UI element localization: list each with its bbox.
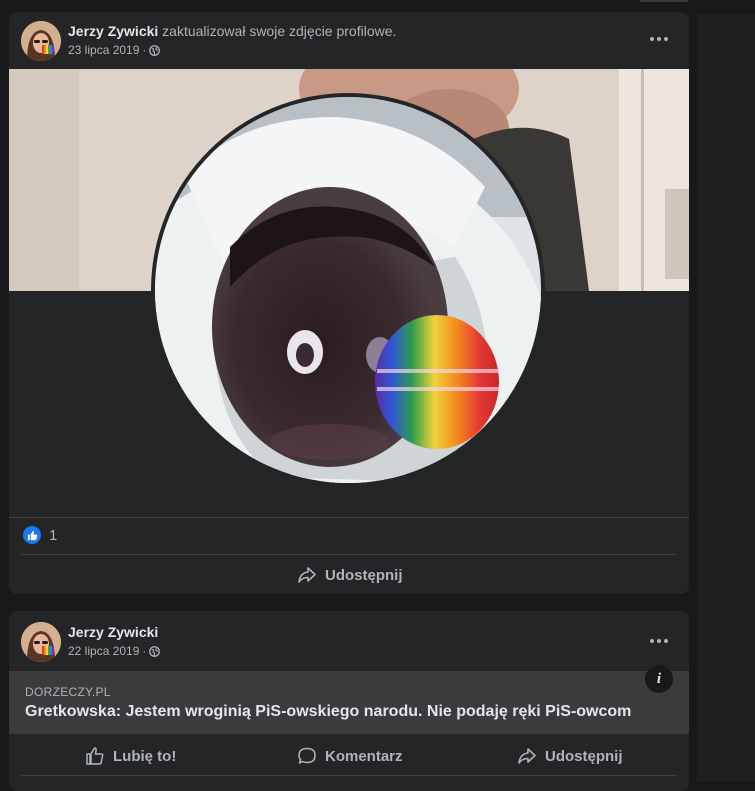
share-label: Udostępnij xyxy=(325,566,403,584)
like-icon xyxy=(23,526,41,544)
reactions-summary[interactable]: 1 xyxy=(23,526,57,544)
comment-label: Komentarz xyxy=(325,747,403,765)
comment-icon xyxy=(298,747,316,764)
like-label: Lubię to! xyxy=(113,747,177,765)
author-name[interactable]: Jerzy Zywicki xyxy=(68,23,158,39)
post-header-text: Jerzy Zywicki xyxy=(68,623,158,641)
meta-separator: · xyxy=(142,43,147,57)
globe-icon xyxy=(149,645,161,657)
link-title[interactable]: Gretkowska: Jestem wroginią PiS-owskiego… xyxy=(25,703,631,721)
info-button[interactable]: i xyxy=(645,665,673,693)
share-icon xyxy=(298,567,316,583)
avatar-image xyxy=(21,622,61,662)
info-icon: i xyxy=(656,670,662,687)
avatar[interactable] xyxy=(21,622,61,662)
post-card: Jerzy Zywicki 22 lipca 2019 · DORZECZY.P… xyxy=(9,611,689,791)
more-options-button[interactable] xyxy=(645,29,673,49)
avatar-image xyxy=(21,21,61,61)
right-column xyxy=(697,14,755,781)
post-card: Jerzy Zywicki zaktualizował swoje zdjęci… xyxy=(9,12,689,594)
share-button[interactable]: Udostępnij xyxy=(297,565,403,585)
post-meta: 22 lipca 2019 · xyxy=(68,644,161,658)
reaction-count: 1 xyxy=(49,526,58,544)
comment-button[interactable]: Komentarz xyxy=(297,746,403,766)
meta-separator: · xyxy=(142,644,147,658)
share-button[interactable]: Udostępnij xyxy=(517,746,623,766)
author-name[interactable]: Jerzy Zywicki xyxy=(68,624,158,640)
thumbs-up-icon xyxy=(86,747,104,765)
divider xyxy=(21,775,677,776)
top-bar-button-edge[interactable] xyxy=(640,0,688,2)
more-icon xyxy=(650,37,654,41)
share-icon xyxy=(518,748,536,764)
more-icon xyxy=(650,639,654,643)
profile-image xyxy=(155,97,541,483)
post-date[interactable]: 23 lipca 2019 xyxy=(68,43,139,57)
link-domain: DORZECZY.PL xyxy=(25,685,111,699)
post-header-text: Jerzy Zywicki zaktualizował swoje zdjęci… xyxy=(68,22,396,40)
post-action-text: zaktualizował swoje zdjęcie profilowe. xyxy=(162,23,397,39)
divider xyxy=(9,517,689,518)
more-options-button[interactable] xyxy=(645,631,673,651)
divider xyxy=(21,554,677,555)
like-button[interactable]: Lubię to! xyxy=(85,746,176,766)
post-meta: 23 lipca 2019 · xyxy=(68,43,161,57)
post-date[interactable]: 22 lipca 2019 xyxy=(68,644,139,658)
globe-icon xyxy=(149,44,161,56)
profile-photo[interactable] xyxy=(155,97,541,483)
avatar[interactable] xyxy=(21,21,61,61)
link-preview[interactable]: DORZECZY.PL Gretkowska: Jestem wroginią … xyxy=(9,671,689,734)
share-label: Udostępnij xyxy=(545,747,623,765)
